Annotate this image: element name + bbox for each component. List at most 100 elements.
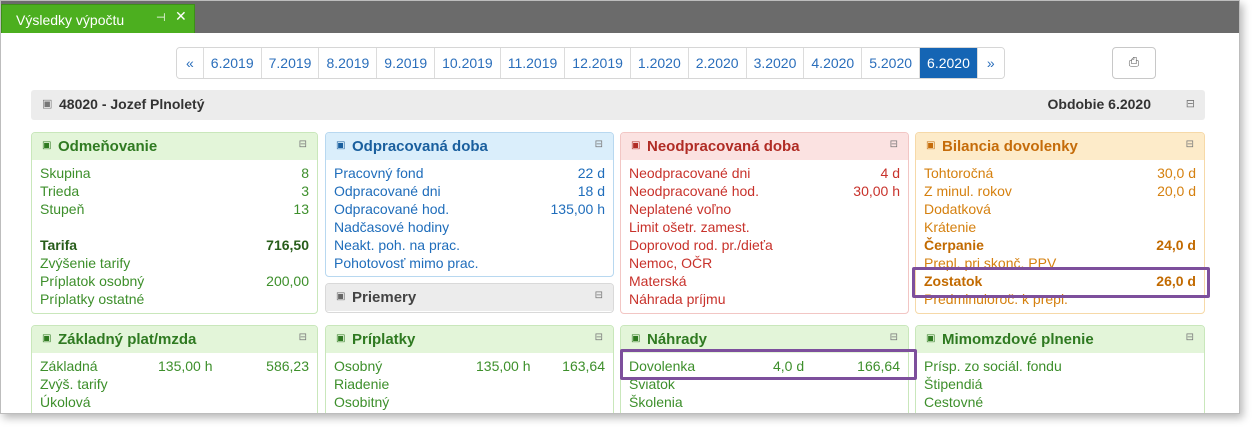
data-row: Štipendiá xyxy=(924,375,1196,393)
data-row: Neplatené voľno xyxy=(629,200,900,218)
row-label: Pohotovosť mimo prac. xyxy=(334,255,479,271)
collapse-icon[interactable]: ⊟ xyxy=(595,139,603,150)
collapse-icon[interactable]: ⊟ xyxy=(1186,332,1194,343)
panel-icon: ▣ xyxy=(631,333,641,344)
panel-icon: ▣ xyxy=(926,333,936,344)
minimize-icon[interactable]: ⊟ xyxy=(1186,97,1195,110)
row-value: 20,0 d xyxy=(1157,183,1196,199)
panel-icon: ▣ xyxy=(336,291,346,302)
data-row: Stupeň 13 xyxy=(40,200,309,218)
pager-period-7-2019[interactable]: 7.2019 xyxy=(261,48,320,78)
pager-period-10-2019[interactable]: 10.2019 xyxy=(435,48,501,78)
pin-icon[interactable]: ⊣ xyxy=(156,11,166,24)
row-label: Prísp. zo sociál. fondu xyxy=(924,358,1062,374)
pager-prev-button[interactable]: « xyxy=(177,48,204,78)
panel-nahrady: ▣ Náhrady ⊟ Dovolenka 4,0 d 166,64 Sviatok Ško… xyxy=(620,325,909,413)
data-row: Cestovné xyxy=(924,393,1196,411)
row-value: 18 d xyxy=(577,183,605,199)
data-row: Úkolová xyxy=(40,393,309,411)
period-label: Obdobie 6.2020 xyxy=(1047,96,1151,112)
pager-period-6-2019[interactable]: 6.2019 xyxy=(203,48,262,78)
pager-period-2-2020[interactable]: 2.2020 xyxy=(688,48,747,78)
panel-icon: ▣ xyxy=(336,140,346,151)
data-row: Osobitný xyxy=(334,393,605,411)
data-row: Pohotovosť mimo prac. xyxy=(334,254,605,272)
data-row: Zvýšenie tarify xyxy=(40,254,309,272)
pager-period-8-2019[interactable]: 8.2019 xyxy=(319,48,378,78)
row-label: Zvýš. tarify xyxy=(40,376,108,392)
panel-icon: ▣ xyxy=(336,333,346,344)
data-row: Náhrada príjmu xyxy=(629,290,900,308)
data-row: Neakt. poh. na prac. xyxy=(334,236,605,254)
row-label: Sviatok xyxy=(629,376,675,392)
row-quantity: 4,0 d xyxy=(773,358,805,374)
row-value: 163,64 xyxy=(562,358,605,374)
row-label: Riadenie xyxy=(334,376,390,392)
data-row: Odpracované hod. 135,00 h xyxy=(334,200,605,218)
pager-period-6-2020[interactable]: 6.2020 xyxy=(920,48,978,78)
pager-period-5-2020[interactable]: 5.2020 xyxy=(862,48,921,78)
panel-odmenovanie: ▣ Odmeňovanie ⊟ Skupina 8 Trieda 3 Stupeň 13 Tar… xyxy=(31,132,318,314)
row-label: Dovolenka xyxy=(629,358,696,374)
row-label: Krátenie xyxy=(924,219,977,235)
row-label: Neodpracované dni xyxy=(629,165,751,181)
pager-period-11-2019[interactable]: 11.2019 xyxy=(500,48,566,78)
row-label: Príplatok osobný xyxy=(40,273,145,289)
row-label: Neplatené voľno xyxy=(629,201,732,217)
data-row: Sviatok xyxy=(629,375,900,393)
data-row: Materská xyxy=(629,272,900,290)
data-row: Zostatok 26,0 d xyxy=(924,272,1196,290)
close-icon[interactable]: ✕ xyxy=(175,9,187,25)
row-label: Štipendiá xyxy=(924,376,983,392)
collapse-icon[interactable]: ⊟ xyxy=(1186,139,1194,150)
row-value: 30,00 h xyxy=(853,183,900,199)
panel-title: Základný plat/mzda xyxy=(58,331,197,348)
panel-icon: ▣ xyxy=(42,140,52,151)
row-label: Prepl. pri skonč. PPV xyxy=(924,255,1057,271)
row-value: 586,23 xyxy=(266,358,309,374)
data-row: Prepl. pri skonč. PPV xyxy=(924,254,1196,272)
panel-zakladny-plat: ▣ Základný plat/mzda ⊟ Základná 135,00 h 586… xyxy=(31,325,318,413)
panel-title: Neodpracovaná doba xyxy=(647,138,800,155)
row-label: Neodpracované hod. xyxy=(629,183,759,199)
data-row: Riadenie xyxy=(334,375,605,393)
panel-odpracovana-doba: ▣ Odpracovaná doba ⊟ Pracovný fond 22 d Odpr… xyxy=(325,132,614,277)
collapse-icon[interactable]: ⊟ xyxy=(299,139,307,150)
row-label: Odpracované hod. xyxy=(334,201,450,217)
pager-period-9-2019[interactable]: 9.2019 xyxy=(377,48,436,78)
row-quantity: 135,00 h xyxy=(158,358,213,374)
user-icon: ▣ xyxy=(42,97,53,110)
panel-priemery: ▣ Priemery ⊟ xyxy=(325,283,614,313)
pager-period-4-2020[interactable]: 4.2020 xyxy=(804,48,863,78)
row-label: Čerpanie xyxy=(924,237,984,253)
row-label: Tarifa xyxy=(40,237,78,253)
row-value: 135,00 h xyxy=(550,201,606,217)
data-row: Príplatok osobný 200,00 xyxy=(40,272,309,290)
panel-mimomzdove-plnenie: ▣ Mimomzdové plnenie ⊟ Prísp. zo sociál. f… xyxy=(915,325,1205,413)
collapse-icon[interactable]: ⊟ xyxy=(890,332,898,343)
row-value: 166,64 xyxy=(857,358,900,374)
data-row: Osobný 135,00 h 163,64 xyxy=(334,357,605,375)
pager-period-1-2020[interactable]: 1.2020 xyxy=(630,48,689,78)
print-button[interactable]: ⎙ xyxy=(1112,47,1156,79)
row-label: Základná xyxy=(40,358,98,374)
row-label: Osobný xyxy=(334,358,383,374)
data-row: Príplatky ostatné xyxy=(40,290,309,308)
tab-vysledky-vypoctu[interactable]: Výsledky výpočtu ⊣ ✕ xyxy=(1,4,195,33)
row-value: 26,0 d xyxy=(1156,273,1196,289)
pager-period-12-2019[interactable]: 12.2019 xyxy=(565,48,631,78)
collapse-icon[interactable]: ⊟ xyxy=(890,139,898,150)
data-row: Dodatková xyxy=(924,200,1196,218)
row-label: Úkolová xyxy=(40,394,91,410)
data-row: Pracovný fond 22 d xyxy=(334,164,605,182)
data-row: Odpracované dni 18 d xyxy=(334,182,605,200)
pager-period-3-2020[interactable]: 3.2020 xyxy=(746,48,805,78)
row-label: Osobitný xyxy=(334,394,390,410)
panel-priplatky: ▣ Príplatky ⊟ Osobný 135,00 h 163,64 Riadenie… xyxy=(325,325,614,413)
pager-next-button[interactable]: » xyxy=(977,48,1004,78)
collapse-icon[interactable]: ⊟ xyxy=(595,332,603,343)
panel-icon: ▣ xyxy=(42,333,52,344)
expand-icon[interactable]: ⊟ xyxy=(595,290,603,301)
collapse-icon[interactable]: ⊟ xyxy=(299,332,307,343)
